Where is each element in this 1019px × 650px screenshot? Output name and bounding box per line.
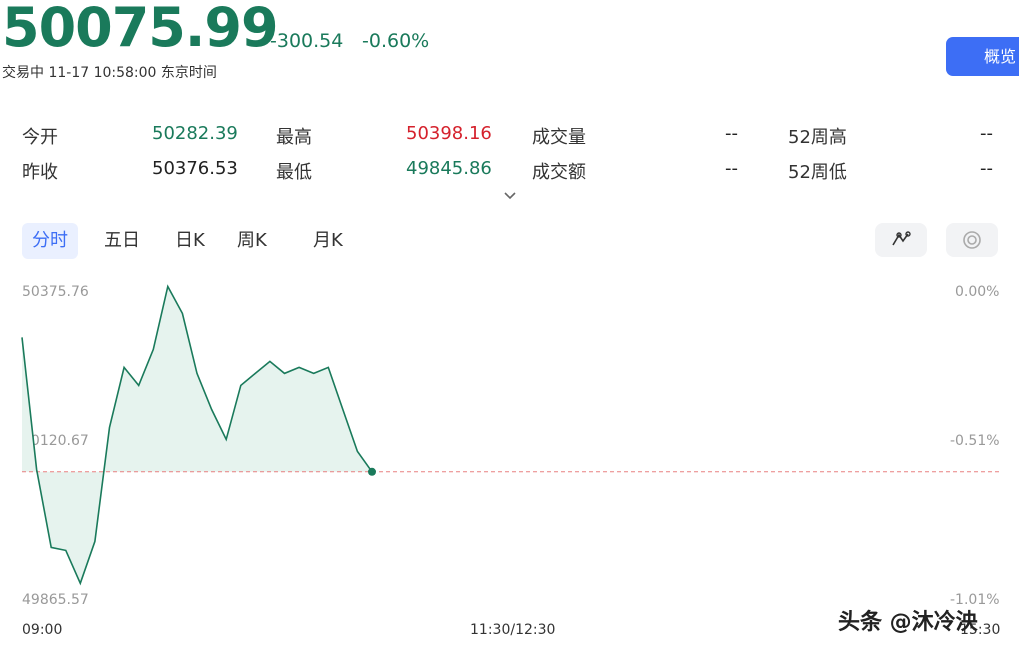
prev-close-value: 50376.53 <box>152 158 238 179</box>
w52-high-value: -- <box>980 123 993 144</box>
intraday-chart <box>21 284 1000 586</box>
low-value: 49845.86 <box>406 158 492 179</box>
volume-value: -- <box>725 123 738 144</box>
amount-label: 成交额 <box>532 162 586 183</box>
tab-daily-k[interactable]: 日K <box>175 223 205 259</box>
volume-label: 成交量 <box>532 127 586 148</box>
tab-five-day[interactable]: 五日 <box>104 223 140 259</box>
tab-intraday[interactable]: 分时 <box>22 223 78 259</box>
w52-low-value: -- <box>980 158 993 179</box>
x-axis-start: 09:00 <box>22 622 63 638</box>
trading-status: 交易中 11-17 10:58:00 东京时间 <box>2 65 217 81</box>
price-area <box>22 286 372 584</box>
x-axis-mid: 11:30/12:30 <box>470 622 556 638</box>
open-label: 今开 <box>22 127 58 148</box>
high-value: 50398.16 <box>406 123 492 144</box>
prev-close-label: 昨收 <box>22 162 58 183</box>
watermark: 头条 @沐冷泱 <box>838 610 978 635</box>
chevron-down-icon[interactable] <box>503 186 517 205</box>
last-price-dot <box>368 467 376 476</box>
overview-button[interactable]: 概览 <box>946 37 1019 76</box>
price-change-percent: -0.60% <box>362 30 430 52</box>
tab-monthly-k[interactable]: 月K <box>313 223 343 259</box>
high-label: 最高 <box>276 127 312 148</box>
amount-value: -- <box>725 158 738 179</box>
tab-weekly-k[interactable]: 周K <box>237 223 267 259</box>
price-change: -300.54 <box>270 30 344 52</box>
draw-tool-icon <box>892 231 911 246</box>
w52-high-label: 52周高 <box>788 127 847 148</box>
last-price: 50075.99 <box>2 0 279 59</box>
indicator-button[interactable] <box>946 223 998 257</box>
open-value: 50282.39 <box>152 123 238 144</box>
draw-tool-button[interactable] <box>875 223 927 257</box>
low-label: 最低 <box>276 162 312 183</box>
indicator-icon <box>963 231 981 249</box>
w52-low-label: 52周低 <box>788 162 847 183</box>
